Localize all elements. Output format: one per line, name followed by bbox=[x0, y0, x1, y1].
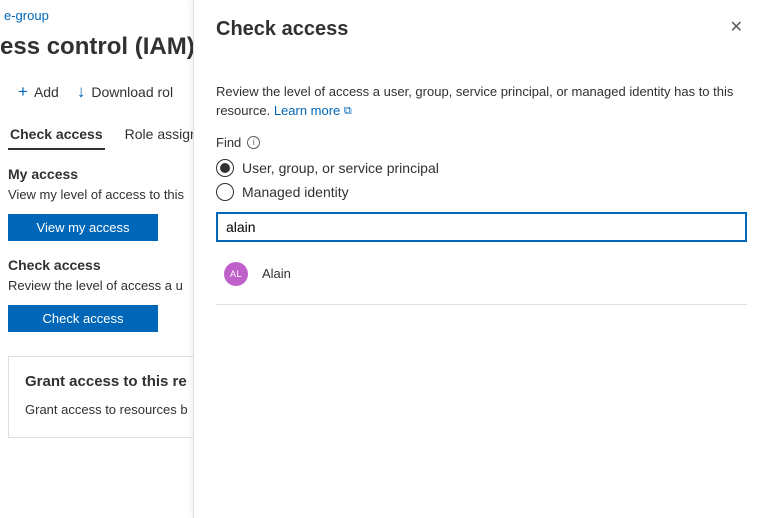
principal-search-input[interactable] bbox=[216, 212, 747, 242]
find-label: Find i bbox=[216, 135, 747, 150]
download-button[interactable]: ↓ Download rol bbox=[77, 83, 173, 100]
check-access-button[interactable]: Check access bbox=[8, 305, 158, 332]
breadcrumb-link[interactable]: e-group bbox=[4, 8, 49, 23]
flyout-title: Check access bbox=[216, 18, 348, 41]
close-button[interactable]: ✕ bbox=[726, 18, 747, 38]
tab-role-assignments[interactable]: Role assign bbox=[123, 120, 200, 150]
result-item[interactable]: AL Alain bbox=[216, 256, 747, 292]
radio-managed-identity[interactable]: Managed identity bbox=[216, 180, 747, 204]
check-access-flyout: Check access ✕ Review the level of acces… bbox=[193, 0, 769, 518]
flyout-description: Review the level of access a user, group… bbox=[216, 83, 747, 121]
results-divider bbox=[216, 304, 747, 305]
learn-more-link[interactable]: Learn more ⧉ bbox=[274, 103, 352, 118]
close-icon: ✕ bbox=[730, 19, 743, 36]
tab-check-access[interactable]: Check access bbox=[8, 120, 105, 150]
add-button[interactable]: + Add bbox=[18, 83, 59, 100]
plus-icon: + bbox=[18, 83, 28, 100]
result-name: Alain bbox=[262, 266, 291, 281]
find-label-text: Find bbox=[216, 135, 241, 150]
info-icon[interactable]: i bbox=[247, 136, 260, 149]
download-label: Download rol bbox=[91, 84, 173, 100]
find-radio-group: User, group, or service principal Manage… bbox=[216, 156, 747, 204]
download-icon: ↓ bbox=[77, 83, 86, 100]
learn-more-text: Learn more bbox=[274, 103, 340, 118]
add-label: Add bbox=[34, 84, 59, 100]
radio-icon bbox=[216, 183, 234, 201]
view-my-access-button[interactable]: View my access bbox=[8, 214, 158, 241]
radio-icon bbox=[216, 159, 234, 177]
search-results: AL Alain bbox=[216, 256, 747, 305]
radio-user-group-sp[interactable]: User, group, or service principal bbox=[216, 156, 747, 180]
external-link-icon: ⧉ bbox=[344, 104, 352, 120]
avatar: AL bbox=[224, 262, 248, 286]
radio-label: Managed identity bbox=[242, 184, 349, 200]
radio-label: User, group, or service principal bbox=[242, 160, 439, 176]
